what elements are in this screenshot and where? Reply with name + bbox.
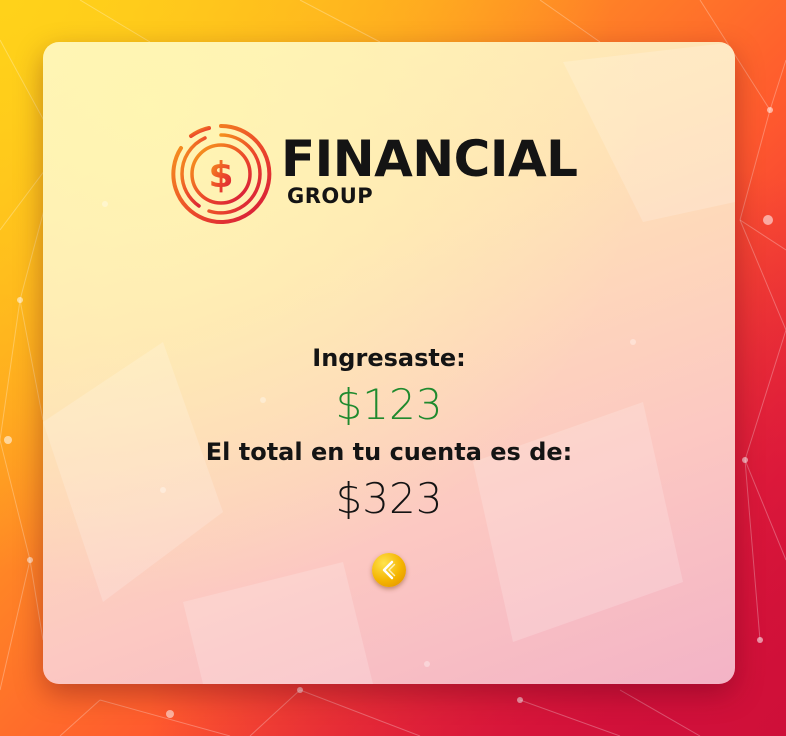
brand-logo: $ FINANCIAL GROUP	[169, 122, 609, 226]
brand-subtitle: GROUP	[287, 184, 374, 208]
total-label: El total en tu cuenta es de:	[205, 438, 573, 466]
back-button[interactable]	[372, 553, 406, 587]
result-card: $ FINANCIAL GROUP Ingresaste: $123 El to…	[43, 42, 735, 684]
svg-text:$: $	[208, 155, 233, 196]
dollar-coin-icon: $	[171, 123, 272, 224]
deposit-label: Ingresaste:	[312, 344, 466, 372]
transaction-summary: Ingresaste: $123 El total en tu cuenta e…	[43, 341, 735, 529]
brand-name: FINANCIAL	[281, 130, 578, 188]
total-amount: $323	[335, 474, 443, 523]
deposit-amount: $123	[335, 380, 443, 429]
chevron-left-icon	[382, 560, 396, 580]
